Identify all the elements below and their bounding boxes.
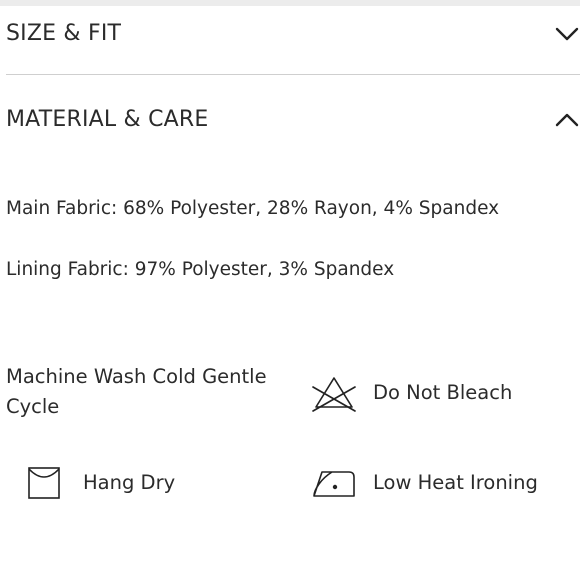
top-divider xyxy=(0,0,580,6)
do-not-bleach-icon xyxy=(310,374,358,412)
lining-fabric-text: Lining Fabric: 97% Polyester, 3% Spandex xyxy=(6,259,395,280)
size-fit-accordion-header[interactable]: SIZE & FIT xyxy=(6,14,580,54)
chevron-up-icon[interactable] xyxy=(554,108,580,132)
section-divider xyxy=(6,74,580,75)
material-care-title: MATERIAL & CARE xyxy=(6,107,209,132)
main-fabric-text: Main Fabric: 68% Polyester, 28% Rayon, 4… xyxy=(6,198,500,219)
chevron-down-icon[interactable] xyxy=(554,22,580,46)
low-heat-iron-text: Low Heat Ironing xyxy=(373,471,538,494)
do-not-bleach-text: Do Not Bleach xyxy=(373,381,513,404)
low-heat-iron-icon xyxy=(310,467,358,499)
material-care-accordion-header[interactable]: MATERIAL & CARE xyxy=(6,100,580,140)
machine-wash-text: Machine Wash Cold Gentle Cycle xyxy=(6,365,267,418)
hang-dry-text: Hang Dry xyxy=(83,471,176,494)
hang-dry-icon xyxy=(26,465,62,501)
size-fit-title: SIZE & FIT xyxy=(6,21,122,46)
